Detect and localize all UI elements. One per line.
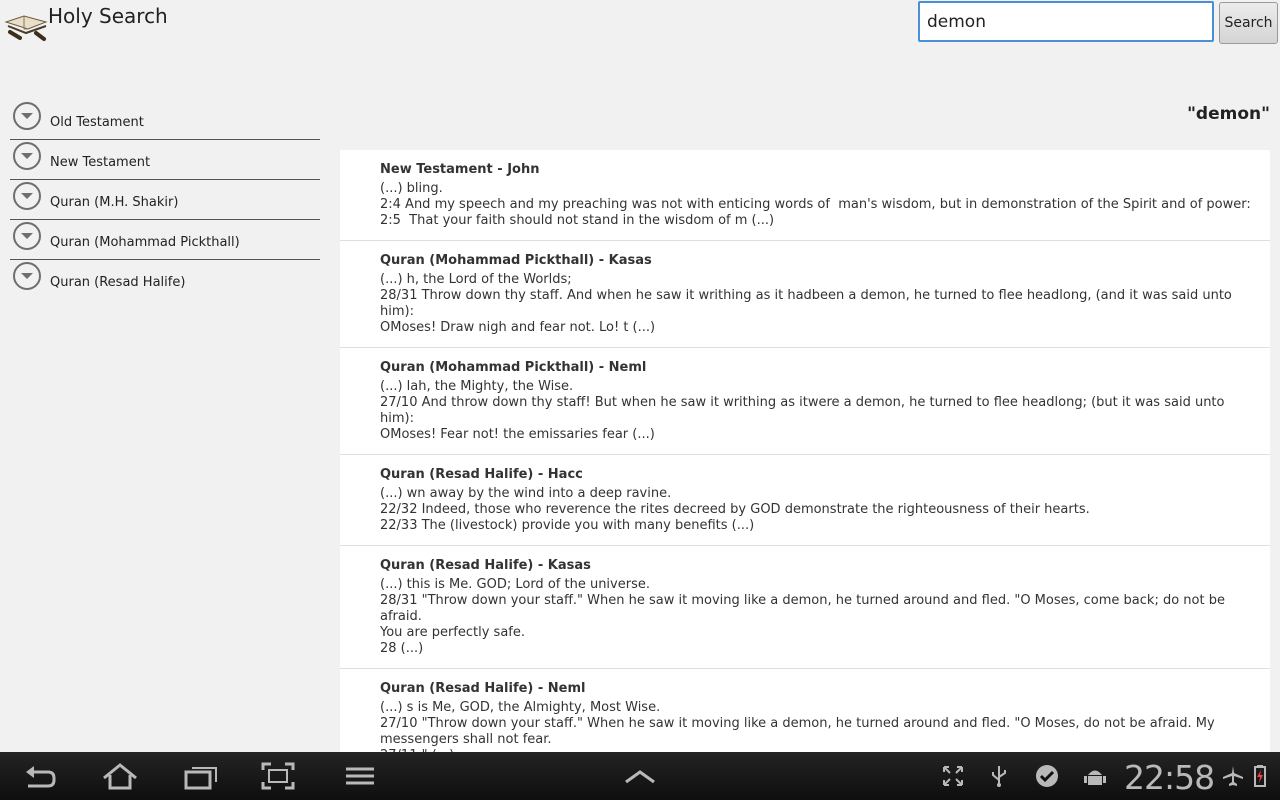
result-item[interactable]: New Testament - John (...) bling. 2:4 An… <box>340 150 1270 241</box>
expand-chevron-icon[interactable] <box>13 262 41 290</box>
result-text-line: OMoses! Fear not! the emissaries fear (.… <box>380 427 655 442</box>
result-text-line: You are perfectly safe. <box>380 625 525 640</box>
result-text-line: (...) lah, the Mighty, the Wise. <box>380 379 574 394</box>
result-item[interactable]: Quran (Resad Halife) - Hacc (...) wn awa… <box>340 455 1270 546</box>
result-title: Quran (Mohammad Pickthall) - Neml <box>380 360 647 375</box>
result-text-line: messengers shall not fear. <box>380 732 552 747</box>
result-text-line: (...) s is Me, GOD, the Almighty, Most W… <box>380 700 661 715</box>
result-text-line: 22/32 Indeed, those who reverence the ri… <box>380 502 1090 517</box>
sidebar: Old Testament New Testament Quran (M.H. … <box>10 100 320 300</box>
results-list: New Testament - John (...) bling. 2:4 An… <box>340 150 1270 775</box>
result-text-line: OMoses! Draw nigh and fear not. Lo! t (.… <box>380 320 656 335</box>
result-title: New Testament - John <box>380 162 540 177</box>
result-text-line: 28/31 "Throw down your staff." When he s… <box>380 593 1230 624</box>
screenshot-icon[interactable] <box>258 760 298 792</box>
result-text-line: 2:4 And my speech and my preaching was n… <box>380 197 1251 212</box>
result-text-line: (...) bling. <box>380 181 443 196</box>
result-text-line: 27/10 And throw down thy staff! But when… <box>380 395 1229 426</box>
android-debug-icon <box>1083 764 1107 788</box>
result-text-line: 28/31 Throw down thy staff. And when he … <box>380 288 1237 319</box>
result-text-line: (...) wn away by the wind into a deep ra… <box>380 486 672 501</box>
result-item[interactable]: Quran (Mohammad Pickthall) - Neml (...) … <box>340 348 1270 455</box>
expand-chevron-icon[interactable] <box>13 102 41 130</box>
app-logo-icon <box>2 2 50 44</box>
result-item[interactable]: Quran (Mohammad Pickthall) - Kasas (...)… <box>340 241 1270 348</box>
sidebar-item-label: Quran (Mohammad Pickthall) <box>50 235 240 250</box>
result-text-line: 28 (...) <box>380 641 424 656</box>
expand-chevron-icon[interactable] <box>13 222 41 250</box>
expand-chevron-icon[interactable] <box>13 142 41 170</box>
battery-charging-icon <box>1248 764 1272 788</box>
result-title: Quran (Mohammad Pickthall) - Kasas <box>380 253 652 268</box>
sidebar-item-label: Quran (M.H. Shakir) <box>50 195 179 210</box>
result-title: Quran (Resad Halife) - Hacc <box>380 467 583 482</box>
sidebar-item-quran-pickthall[interactable]: Quran (Mohammad Pickthall) <box>10 220 320 260</box>
result-item[interactable]: Quran (Resad Halife) - Kasas (...) this … <box>340 546 1270 669</box>
result-text-line: (...) this is Me. GOD; Lord of the unive… <box>380 577 650 592</box>
fullscreen-icon <box>941 764 965 788</box>
sidebar-item-old-testament[interactable]: Old Testament <box>10 100 320 140</box>
app-title: Holy Search <box>48 4 168 28</box>
back-icon[interactable] <box>20 760 60 792</box>
result-text-line: (...) h, the Lord of the Worlds; <box>380 272 572 287</box>
menu-icon[interactable] <box>340 760 380 792</box>
sidebar-item-label: New Testament <box>50 155 151 170</box>
query-heading: "demon" <box>1187 104 1270 124</box>
expand-chevron-icon[interactable] <box>13 182 41 210</box>
airplane-mode-icon <box>1221 764 1245 788</box>
usb-icon <box>987 764 1011 788</box>
clock: 22:58 <box>1124 758 1215 797</box>
result-title: Quran (Resad Halife) - Kasas <box>380 558 591 573</box>
sidebar-item-quran-shakir[interactable]: Quran (M.H. Shakir) <box>10 180 320 220</box>
search-input[interactable] <box>918 1 1214 42</box>
sync-done-icon <box>1035 764 1059 788</box>
system-navigation-bar: 22:58 <box>0 752 1280 800</box>
result-title: Quran (Resad Halife) - Neml <box>380 681 586 696</box>
sidebar-item-quran-halife[interactable]: Quran (Resad Halife) <box>10 260 320 300</box>
sidebar-item-label: Quran (Resad Halife) <box>50 275 186 290</box>
result-text-line: 27/10 "Throw down your staff." When he s… <box>380 716 1215 731</box>
sidebar-item-new-testament[interactable]: New Testament <box>10 140 320 180</box>
search-button[interactable]: Search <box>1219 2 1278 44</box>
home-icon[interactable] <box>100 760 140 792</box>
show-notifications-icon[interactable] <box>620 760 660 792</box>
sidebar-item-label: Old Testament <box>50 115 144 130</box>
recent-apps-icon[interactable] <box>180 760 220 792</box>
result-text-line: 22/33 The (livestock) provide you with m… <box>380 518 755 533</box>
result-text-line: 2:5 That your faith should not stand in … <box>380 213 775 228</box>
